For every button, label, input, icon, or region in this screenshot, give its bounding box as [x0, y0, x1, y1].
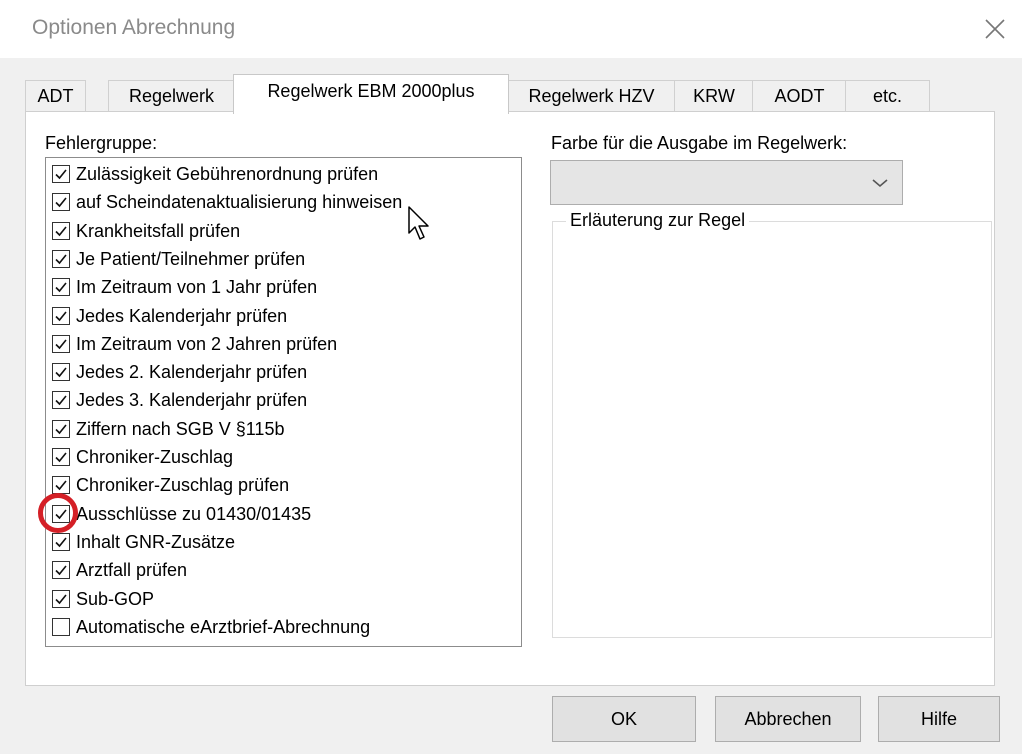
list-item-label: Chroniker-Zuschlag prüfen	[76, 475, 290, 496]
chevron-down-icon	[872, 179, 888, 188]
farbe-dropdown[interactable]	[550, 160, 903, 205]
title-bar: Optionen Abrechnung	[0, 0, 1022, 58]
checked-checkbox-icon[interactable]	[52, 306, 70, 325]
window-title: Optionen Abrechnung	[32, 16, 236, 39]
list-item-label: Sub-GOP	[76, 588, 155, 609]
ok-button[interactable]: OK	[552, 696, 696, 742]
list-item[interactable]: Jedes Kalenderjahr prüfen	[52, 303, 484, 330]
fehlergruppe-label: Fehlergruppe:	[45, 133, 158, 153]
checked-checkbox-icon[interactable]	[52, 504, 70, 523]
fehlergruppe-list[interactable]: Zulässigkeit Gebührenordnung prüfen auf S…	[45, 157, 522, 647]
checked-checkbox-icon[interactable]	[52, 476, 70, 495]
list-item[interactable]: Jedes 2. Kalenderjahr prüfen	[52, 359, 484, 386]
list-item-label: Inhalt GNR-Zusätze	[76, 531, 236, 552]
tab-adt[interactable]: ADT	[25, 80, 86, 112]
list-item-label: Zulässigkeit Gebührenordnung prüfen	[76, 164, 379, 184]
list-item-label: auf Scheindatenaktualisierung hinweisen	[76, 192, 403, 213]
tab-krw[interactable]: KRW	[674, 80, 754, 112]
list-item-label: Ziffern nach SGB V §115b	[76, 418, 285, 439]
tab-regelwerk-hzv[interactable]: Regelwerk HZV	[507, 80, 676, 112]
list-item[interactable]: Jedes 3. Kalenderjahr prüfen	[52, 387, 484, 414]
unchecked-checkbox-icon[interactable]	[52, 617, 70, 636]
list-item-label: Im Zeitraum von 1 Jahr prüfen	[76, 277, 318, 298]
checked-checkbox-icon[interactable]	[52, 221, 70, 240]
list-item[interactable]: Ausschlüsse zu 01430/01435	[52, 501, 484, 528]
checked-checkbox-icon[interactable]	[52, 561, 70, 580]
list-item[interactable]: Im Zeitraum von 1 Jahr prüfen	[52, 274, 484, 301]
list-item-label: Jedes 2. Kalenderjahr prüfen	[76, 362, 308, 383]
list-item-label: Krankheitsfall prüfen	[76, 220, 241, 241]
help-button[interactable]: Hilfe	[878, 696, 1000, 742]
erlaeuterung-group	[552, 221, 992, 638]
tab-aodt[interactable]: AODT	[752, 80, 847, 112]
checked-checkbox-icon[interactable]	[52, 193, 70, 212]
list-item[interactable]: Inhalt GNR-Zusätze	[52, 529, 484, 556]
tab-etc[interactable]: etc.	[845, 80, 930, 112]
list-item[interactable]: Zulässigkeit Gebührenordnung prüfen	[52, 161, 484, 188]
list-item[interactable]: Arztfall prüfen	[52, 557, 484, 584]
list-item-label: Im Zeitraum von 2 Jahren prüfen	[76, 333, 338, 354]
tab-regelwerk-ebm[interactable]: Regelwerk EBM 2000plus	[233, 74, 509, 114]
list-item-label: Jedes 3. Kalenderjahr prüfen	[76, 390, 308, 411]
list-item-label: Ausschlüsse zu 01430/01435	[76, 503, 312, 524]
checked-checkbox-icon[interactable]	[52, 391, 70, 410]
erlaeuterung-title: Erläuterung zur Regel	[566, 210, 750, 231]
checked-checkbox-icon[interactable]	[52, 419, 70, 438]
list-item[interactable]: Chroniker-Zuschlag	[52, 444, 484, 471]
farbe-label: Farbe für die Ausgabe im Regelwerk:	[551, 133, 848, 153]
list-item[interactable]: Ziffern nach SGB V §115b	[52, 416, 484, 443]
list-item[interactable]: Chroniker-Zuschlag prüfen	[52, 472, 484, 499]
list-item-label: Chroniker-Zuschlag	[76, 447, 234, 467]
checked-checkbox-icon[interactable]	[52, 532, 70, 551]
checked-checkbox-icon[interactable]	[52, 334, 70, 353]
mouse-cursor-icon	[408, 206, 429, 240]
checked-checkbox-icon[interactable]	[52, 363, 70, 382]
checked-checkbox-icon[interactable]	[52, 589, 70, 608]
checked-checkbox-icon[interactable]	[52, 278, 70, 297]
checked-checkbox-icon[interactable]	[52, 448, 70, 466]
tab-regelwerk[interactable]: Regelwerk	[108, 80, 235, 112]
list-item-label: Jedes Kalenderjahr prüfen	[76, 305, 288, 326]
checked-checkbox-icon[interactable]	[52, 165, 70, 183]
list-item[interactable]: Je Patient/Teilnehmer prüfen	[52, 246, 484, 273]
list-item[interactable]: Im Zeitraum von 2 Jahren prüfen	[52, 331, 484, 358]
list-item-label: Automatische eArztbrief-Abrechnung	[76, 616, 371, 637]
list-item-label: Je Patient/Teilnehmer prüfen	[76, 248, 306, 269]
close-icon[interactable]	[980, 14, 1010, 44]
list-item[interactable]: Automatische eArztbrief-Abrechnung	[52, 614, 484, 641]
checked-checkbox-icon[interactable]	[52, 249, 70, 268]
list-item[interactable]: Sub-GOP	[52, 586, 484, 613]
cancel-button[interactable]: Abbrechen	[715, 696, 861, 742]
list-item-label: Arztfall prüfen	[76, 560, 188, 581]
